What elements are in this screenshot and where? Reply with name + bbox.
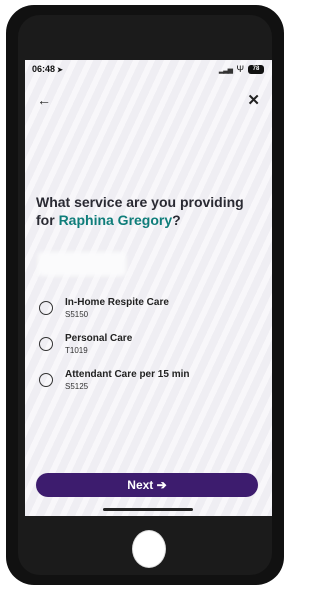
option-code: S5150 (65, 310, 89, 319)
option-in-home-respite-care[interactable]: In-Home Respite Care S5150 (39, 297, 239, 331)
option-title: In-Home Respite Care (65, 297, 169, 308)
page-title: What service are you providing for Raphi… (36, 193, 266, 229)
client-name: Raphina Gregory (58, 212, 173, 228)
radio-button[interactable] (39, 301, 53, 315)
app-screen: 06:48 ➤ ▂▃▅ Ψ 78 ← ✕ What service are you… (25, 60, 272, 516)
home-button[interactable] (132, 530, 166, 568)
status-bar: 06:48 ➤ ▂▃▅ Ψ 78 (25, 60, 272, 78)
radio-button[interactable] (39, 337, 53, 351)
status-time: 06:48 ➤ (32, 64, 63, 74)
battery-icon: 78 (248, 65, 264, 74)
option-code: S5125 (65, 382, 89, 391)
wifi-icon: Ψ (236, 64, 244, 74)
redacted-field (38, 252, 126, 276)
option-personal-care[interactable]: Personal Care T1019 (39, 333, 239, 367)
signal-icon: ▂▃▅ (218, 67, 233, 74)
question-suffix: ? (172, 212, 181, 228)
option-title: Attendant Care per 15 min (65, 369, 190, 380)
radio-button[interactable] (39, 373, 53, 387)
battery-level: 78 (252, 66, 260, 72)
status-time-text: 06:48 (32, 64, 56, 74)
option-title: Personal Care (65, 333, 133, 344)
option-attendant-care[interactable]: Attendant Care per 15 min S5125 (39, 369, 239, 403)
option-code: T1019 (65, 346, 88, 355)
close-icon[interactable]: ✕ (247, 91, 260, 109)
back-arrow-icon[interactable]: ← (37, 92, 51, 108)
next-button[interactable]: Next ➔ (36, 473, 258, 497)
location-icon: ➤ (57, 67, 63, 74)
home-indicator[interactable] (103, 508, 193, 511)
